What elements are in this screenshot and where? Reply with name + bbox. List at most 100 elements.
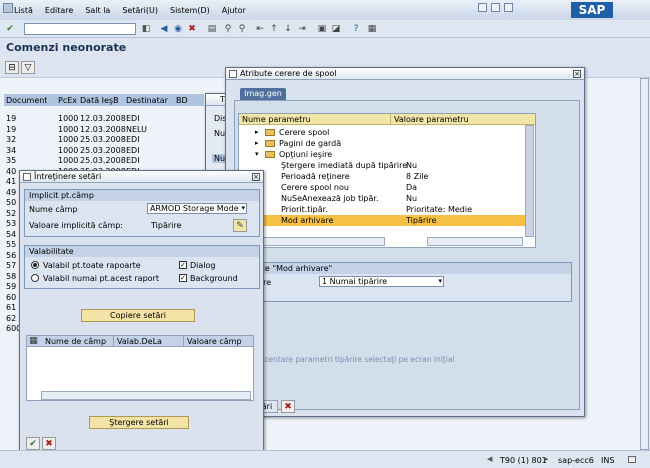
list-cell: 59 xyxy=(6,282,17,291)
close-window-icon[interactable] xyxy=(504,3,513,12)
field-name-select[interactable]: ARMOD Storage Mode ▾ xyxy=(147,203,247,214)
radio-all-reports[interactable] xyxy=(31,261,39,269)
collapsed-icon[interactable]: ▸ xyxy=(255,139,259,147)
find-next-icon[interactable]: ⚲ xyxy=(236,23,248,35)
tree-row[interactable]: ▸ Cerere spool xyxy=(239,127,525,138)
spool-cancel-button[interactable]: ✖ xyxy=(281,400,295,413)
list-col-header[interactable]: Dată IeşB xyxy=(80,96,119,105)
last-page-icon[interactable]: ⇥ xyxy=(296,23,308,35)
tree-row-value: Nu xyxy=(406,161,418,170)
list-cell: 62 xyxy=(6,313,17,323)
menu-item-1[interactable]: Editare xyxy=(45,6,73,18)
select-all-icon[interactable]: ▦ xyxy=(28,336,39,347)
list-cell: 50 xyxy=(6,198,17,207)
list-item[interactable]: 19 1000 12.03.2008 NELU xyxy=(4,125,204,135)
list-col-header[interactable]: Destinatar xyxy=(126,96,168,105)
dropdown-icon[interactable]: ▾ xyxy=(241,204,245,213)
list-cell: EDI xyxy=(126,156,140,165)
menu-item-3[interactable]: Setări(U) xyxy=(122,6,158,18)
tree-row[interactable]: Cerere spool nou Da xyxy=(239,182,525,193)
print-icon[interactable]: ▤ xyxy=(206,23,218,35)
tree-hscroll-right[interactable] xyxy=(427,237,523,246)
menu-item-5[interactable]: Ajutor xyxy=(222,6,246,18)
menu-item-4[interactable]: Sistem(D) xyxy=(170,6,210,18)
delete-settings-button[interactable]: Ştergere setări xyxy=(89,416,189,429)
folder-icon xyxy=(265,140,275,147)
sort-icon[interactable]: ▽ xyxy=(21,61,35,74)
help-icon[interactable]: ? xyxy=(350,23,362,35)
dropdown-icon[interactable]: ▾ xyxy=(438,277,442,286)
find-icon[interactable]: ⚲ xyxy=(222,23,234,35)
shortcut-icon[interactable]: ◪ xyxy=(330,23,342,35)
prev-page-icon[interactable]: ↑ xyxy=(268,23,280,35)
list-item[interactable]: 35 1000 25.03.2008 EDI xyxy=(4,156,204,166)
settings-table-hscroll[interactable] xyxy=(41,391,251,400)
collapsed-icon[interactable]: ▸ xyxy=(255,128,259,136)
enter-icon[interactable]: ✔ xyxy=(4,23,16,35)
maintain-dialog-title: Întreţinere setări xyxy=(20,171,263,183)
checkbox-dialog[interactable]: ✓ xyxy=(179,261,187,269)
maximize-icon[interactable] xyxy=(491,3,500,12)
list-cell: 34 xyxy=(6,145,17,155)
copy-settings-button[interactable]: Copiere setări xyxy=(81,309,195,322)
radio-this-report[interactable] xyxy=(31,274,39,282)
tree-row[interactable]: Perioadă reţinere 8 Zile xyxy=(239,171,525,182)
exit-icon[interactable]: ◉ xyxy=(172,23,184,35)
layout-menu-icon[interactable]: ▦ xyxy=(366,23,378,35)
list-cell: 58 xyxy=(6,271,17,281)
list-cell: EDI xyxy=(126,145,140,155)
status-nav-icon[interactable]: ◀ xyxy=(487,455,492,463)
close-icon[interactable]: × xyxy=(252,173,260,181)
tab-imag-gen[interactable]: Imag.gen xyxy=(240,88,286,100)
pencil-icon[interactable]: ✎ xyxy=(233,219,247,232)
command-field[interactable] xyxy=(24,23,136,35)
checkbox-background[interactable]: ✓ xyxy=(179,274,187,282)
cancel-icon[interactable]: ✖ xyxy=(186,23,198,35)
filter-icon[interactable]: ⊟ xyxy=(5,61,19,74)
status-indicator-icon: ▸ xyxy=(545,455,549,463)
list-cell: 41 xyxy=(6,177,17,186)
tree-row[interactable]: Mod arhivare Tipărire xyxy=(239,215,525,226)
folder-icon xyxy=(265,129,275,136)
window-menu-icon[interactable] xyxy=(3,3,13,13)
list-cell: 56 xyxy=(6,250,17,260)
tree-row-name: Cerere spool nou xyxy=(281,183,349,192)
first-page-icon[interactable]: ⇤ xyxy=(254,23,266,35)
menu-item-0[interactable]: Listă xyxy=(14,6,33,18)
radio-all-label: Valabil pt.toate rapoarte xyxy=(43,261,141,270)
list-cell: EDI xyxy=(126,135,140,144)
archive-mode-select[interactable]: 1 Numai tipărire ▾ xyxy=(319,276,444,287)
tree-row[interactable]: NuSeAnexează job tipăr. Nu xyxy=(239,193,525,204)
menu-item-2[interactable]: Salt la xyxy=(85,6,110,18)
checkbox-dialog-label: Dialog xyxy=(190,261,216,270)
list-col-header[interactable]: Document xyxy=(6,96,47,105)
list-item[interactable]: 19 1000 12.03.2008 EDI xyxy=(4,114,204,124)
expanded-icon[interactable]: ▾ xyxy=(255,150,259,158)
list-col-header[interactable]: PcEx xyxy=(58,96,77,105)
cancel-icon[interactable]: ✖ xyxy=(42,437,56,450)
status-bar: ◀ T90 (1) 801 ▸ sap-ecc6 INS xyxy=(0,450,650,468)
title-bar: Comenzi neonorate xyxy=(0,38,650,58)
minimize-icon[interactable] xyxy=(478,3,487,12)
list-cell: 25.03.2008 xyxy=(80,156,126,165)
main-vscroll[interactable] xyxy=(640,78,649,450)
spool-attributes-dialog: Atribute cerere de spool × Imag.gen Nume… xyxy=(225,67,585,417)
tree-row[interactable]: ▸ Pagini de gardă xyxy=(239,138,525,149)
tree-row[interactable]: Ştergere imediată după tipărire Nu xyxy=(239,160,525,171)
confirm-icon[interactable]: ✔ xyxy=(26,437,40,450)
save-icon[interactable]: ◧ xyxy=(140,23,152,35)
list-item[interactable]: 34 1000 25.03.2008 EDI xyxy=(4,146,204,156)
tree-row[interactable]: Priorit.tipăr. Prioritate: Medie xyxy=(239,204,525,215)
tree-row-name: Ştergere imediată după tipărire xyxy=(281,161,408,170)
list-item[interactable]: 32 1000 25.03.2008 EDI xyxy=(4,135,204,145)
close-icon[interactable]: × xyxy=(573,70,581,78)
list-col-header[interactable]: BD xyxy=(176,96,188,105)
list-cell: 1000 xyxy=(58,124,79,134)
tree-hscroll-left[interactable] xyxy=(255,237,385,246)
tree-vscroll[interactable] xyxy=(525,125,534,237)
back-icon[interactable]: ◀ xyxy=(158,23,170,35)
list-cell: 53 xyxy=(6,219,17,228)
new-session-icon[interactable]: ▣ xyxy=(316,23,328,35)
tree-row[interactable]: ▾ Opţiuni ieşire xyxy=(239,149,525,160)
next-page-icon[interactable]: ↓ xyxy=(282,23,294,35)
